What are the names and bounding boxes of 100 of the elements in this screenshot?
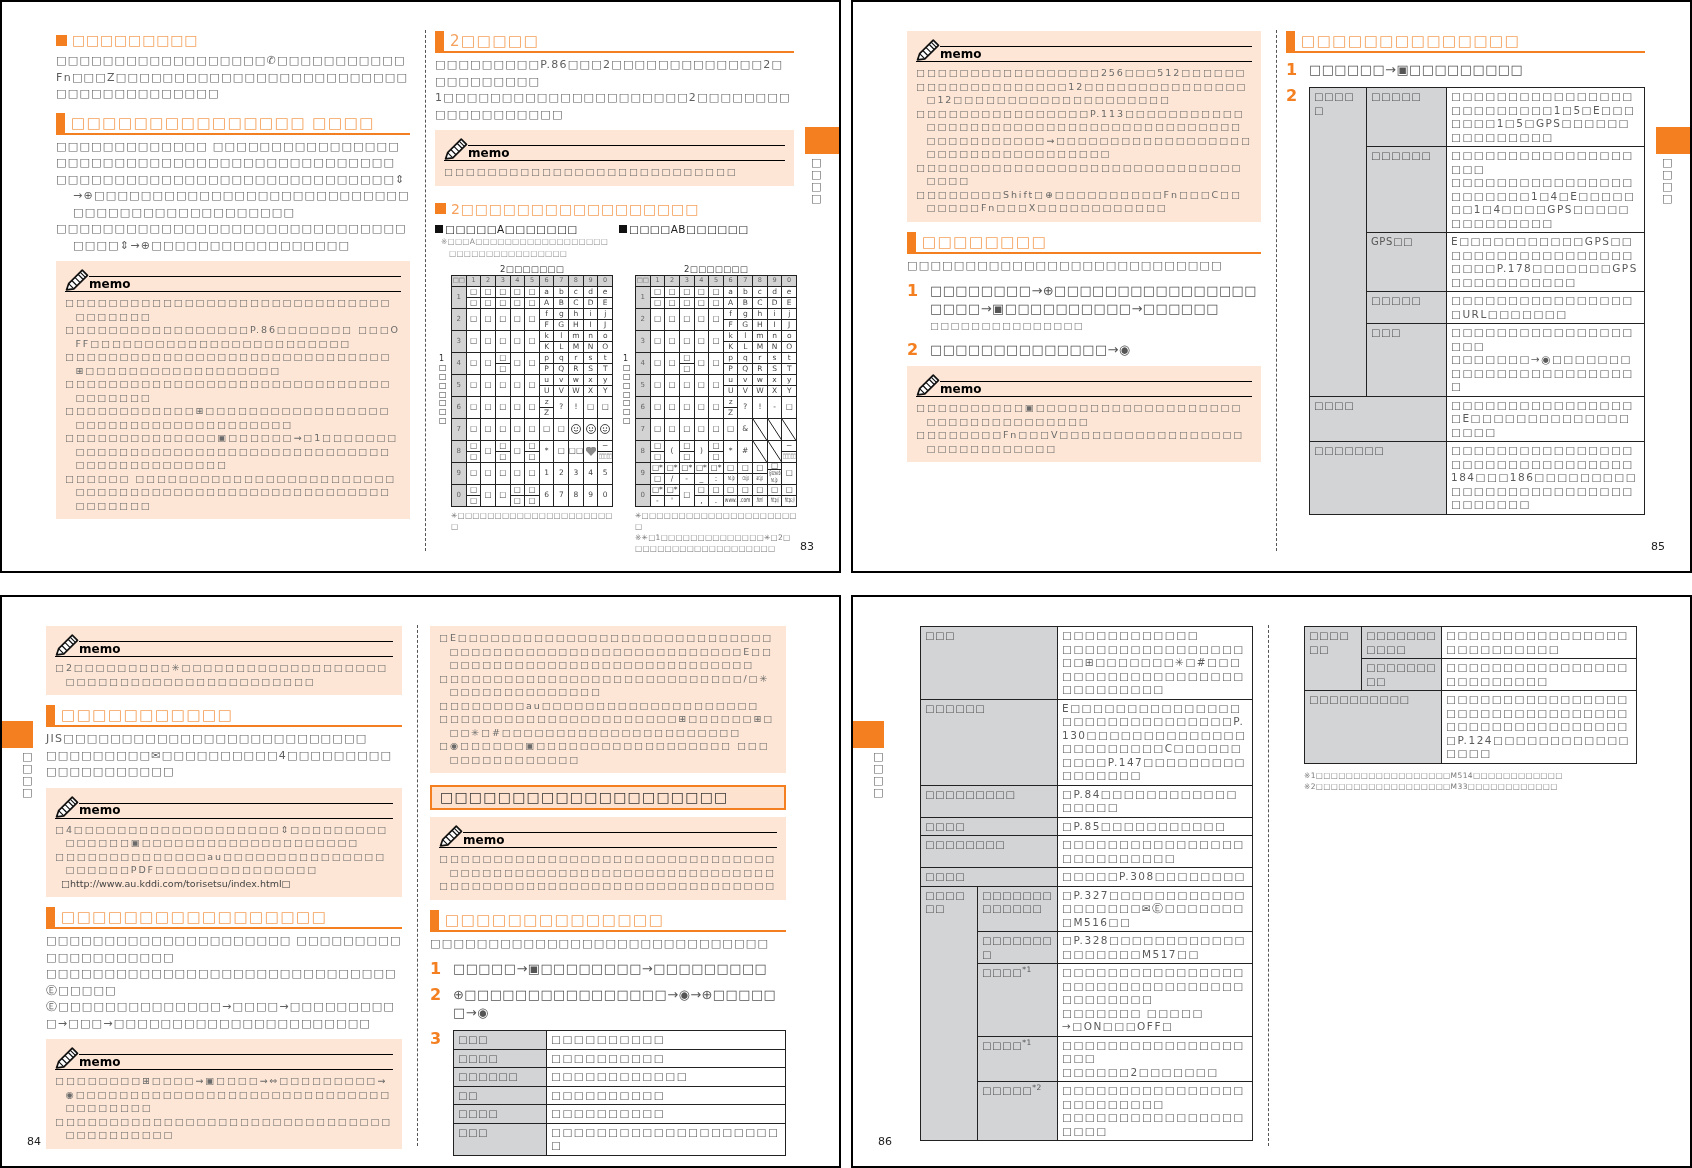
table-cell: □□□□□P.308□□□□□□□□	[1058, 868, 1252, 886]
table-cell: □□□□□□□□□□□□□□□□□URL□□□□□□□	[1447, 292, 1644, 323]
page-number: 85	[1651, 541, 1665, 553]
row-label: □□□□$^{*1}$	[978, 964, 1057, 1036]
pencil-icon	[916, 374, 940, 396]
body-text: □□□□□□□□□✉□□□□□□□□□□4□□□□□□□□□□□□□□□□□□□□	[46, 747, 394, 780]
step-text: □□□□□→▣□□□□□□□□→□□□□□□□□□	[453, 960, 769, 978]
memo-item: □□□□□□ □□□□□□□□□□□□□□□□□□□□□□□□□□□□□□□□□□□□□□□□□□□□□□□□□□□□□□□□□□□□	[65, 471, 398, 512]
pencil-icon	[65, 269, 89, 291]
body-text: □□□□□□□□□□□□□□□□□□✆□□□□□□□□□□□Fn□□□Z□□□□□□□□□□□□□□□□□□□□□□□□□□□□□□□□□□□□□□□	[56, 53, 410, 102]
section-heading: □□□□□□□□□□□□□□□□□	[46, 907, 402, 929]
topic-heading: □□□□□□□□□	[72, 31, 199, 49]
square-bullet-icon	[435, 224, 443, 233]
thumb-index-label: □□□□	[22, 751, 33, 800]
step-number: 1	[1286, 61, 1299, 79]
table-caption: 2□□□□□□□	[683, 262, 749, 275]
memo-label: memo	[463, 833, 505, 847]
boxed-heading: □□□□□□□□□□□□□□□□□□□□	[430, 785, 786, 810]
section-heading: □□□□□□□□□□□	[46, 705, 402, 727]
memo-item: □□□□□□□□□□□□□□□□□256□□□512□□□□□□	[916, 66, 1248, 80]
body-text: □□□□□□□□□□□□□□□□□□□□□ □□□□□□□□□□□□□□□□□□□□	[46, 933, 402, 966]
row-label: □□□□	[1310, 396, 1446, 441]
pencil-icon	[55, 634, 79, 656]
step-number: 1	[907, 282, 920, 302]
heart-icon	[585, 446, 596, 456]
body-text: □□□□□□□□□□□□□□□□□□□□□□□□□□□□□□Ⓔ□□□□□	[46, 966, 398, 999]
cell-text: □□□□□□□□□□□□□□□□□□□	[1062, 1038, 1246, 1066]
table-cell: □□□□□□□□□□	[547, 1105, 785, 1123]
table-cell: □□□□□□□□□□□□□□□□□□□□□□□□□□	[1442, 627, 1636, 658]
table-cell: □□□□□□□□□□□□□□□□□□□□□□□□□□□□□□□□184□□□186□□□□□□□□□□□□□□□□□□□□□□□□□□□□□□□□	[1447, 442, 1644, 514]
memo-item: □□□□□□□□□□□□□□□□□□□□□□□□□□□	[444, 165, 739, 179]
table-cell: □P.84□□□□□□□□□□□□□□□□□	[1058, 785, 1252, 817]
step-number: 3	[430, 1030, 443, 1050]
row-label: □□□□□□	[454, 1068, 546, 1086]
memo-item: □□□□□□□□□□□□⊞□□□□□□□□□□□□□□□□□□□□□□□□□□□□□□□□□□□□□	[65, 404, 392, 431]
row-label: □□□	[1367, 324, 1446, 396]
pencil-icon	[55, 1047, 79, 1069]
section-heading: □□□□□□□□□□□□□□	[430, 909, 786, 932]
memo-item: □□□□□□□□□□□□□□□□□□□□□□□□□□□□□□□□□□□□□□□□□	[55, 1114, 393, 1142]
memo-item: □□□□□□□□□□□□□□□□□□□□□□□□□□□□□□⊞□□□□□□□□□□□□□□□□□□	[65, 350, 393, 377]
table-cell: □□□□□□□□□□	[547, 1031, 785, 1049]
table-cell: □□□□□□□□□□□□□□□□□□□□□	[547, 1123, 785, 1155]
subheading: □□□□□A□□□□□□□	[445, 221, 578, 236]
thumb-index-mark	[2, 721, 33, 748]
step-number: 1	[430, 960, 443, 978]
memo-item: □◉□□□□□□▣□□□□□□□□□□□□□□□□□□ □□□□□□□□□□□□□□□	[439, 739, 771, 766]
table-cell: E□□□□□□□□□□□GPS□□□□□□□□□□□□□□□□□□□□□□P.178□□□□□□□GPS□□□□□□□□□□□	[1447, 233, 1644, 291]
row-label: □□□□□□□□	[978, 932, 1057, 963]
step-number: 2	[430, 986, 443, 1006]
step-number: 2	[907, 341, 920, 359]
memo-item: □□□□□□□□□□□□□□□□□□□□□□□□□□□□□□□	[439, 879, 777, 893]
cell-text: □□□□□□□□□□□□□□□□□□⊞□□□□□□□✳□#□□□□□□□□□□□□□□□□□□□□□□□□□□□□	[1062, 642, 1246, 697]
thumb-index-mark	[853, 721, 884, 748]
body-text: □□□□□□□□□P.86□□□2□□□□□□□□□□□□□2□□□□□□□□□□	[435, 57, 785, 90]
cell-text: □□□□□□□□□□□□□□□□□□□	[1451, 149, 1635, 176]
table-cell: □P.327□□□□□□□□□□□□□□□□□□□✉Ⓔ□□□□□□□□M516□□	[1058, 886, 1252, 931]
page-number: 83	[800, 541, 814, 553]
step-number: 2	[1286, 87, 1299, 107]
memo-item: □□□□□□□□□□□□□□□□□P.86□□□□□□□ □□□OFF□□□□□□□□□□□□□□□□□□□□□□□□	[65, 323, 401, 350]
step-text: □□□□□□□□→⊕□□□□□□□□□□□□□□□□□□□□→▣□□□□□□□□□□→□□□□□□	[930, 282, 1258, 318]
row-label: □□□□□□□□□□	[1305, 691, 1441, 763]
table-cell: □□□□□□□□□□□□□□□□□□□□□□□□□□	[1058, 836, 1252, 867]
memo-item: □E□□□□□□□□□□□□□□□□□□□□□□□□□□□□□□□□□□□□□□□□□□□□□□□□□□□□□□□□E□□□□□□□□□□□□□□□□□□□□□□□□□□□□□□	[439, 631, 775, 672]
row-label: □□□	[454, 1123, 546, 1155]
memo-label: memo	[79, 1055, 121, 1069]
table-cell: □□□□□□□□□□□□□□□□□E□□□□□□□□□□□□□□□□□□	[1447, 396, 1644, 441]
row-label: GPS□□	[1367, 233, 1446, 291]
memo-item: □□□□□□□□□□□□□□au□□□□□□□□□□□□□□□□□□□□□PDF□□□□□□□□□□□□□□□	[55, 849, 388, 877]
row-label: □□□□□	[1367, 88, 1446, 146]
table-cell: □□□□□□□□□□□□□□□□□□□□□□□□□	[1442, 659, 1636, 690]
cell-text: □□□□□□□ □□□□□	[1062, 1006, 1205, 1020]
diagonal-line-icon	[767, 440, 782, 462]
row-label: □□□□	[921, 817, 1057, 835]
row-label: □□□□□□□□□□□	[1362, 627, 1441, 658]
thumb-index-label: □□□□	[811, 157, 822, 206]
group-label: □□□□□□	[1305, 627, 1361, 690]
row-label: □□□□	[921, 868, 1057, 886]
table-cell: □□□□□□□□□□	[547, 1086, 785, 1104]
row-label: □□□□□□□□□□□□□	[978, 886, 1057, 931]
memo-item: □□□□□□□□□□□□□□□□□□□□□□□□□□□□□□□□□□□□□	[65, 377, 393, 404]
row-label: □□□□□□□□□	[1362, 659, 1441, 690]
row-label: □□□□□	[1367, 292, 1446, 323]
thumb-index-mark	[1656, 127, 1690, 154]
memo-item: □□□□□□□□□□□□□□□□P.113□□□□□□□□□□□□□□□□□□□□□□□□□□□□□□□□□□□□□□□□□□□□□□□□□□□→□□□□□□□□□□□□□□□□□□□□□□□□□□□□□□□□□□□	[916, 106, 1252, 161]
axis-label: 1□□□□□□□	[623, 355, 631, 426]
cell-text: □□□□□□□□□□□□□□□□□□□□□□□1□4□E□□□□□□□1□4□□□□GPS□□□□□□□□□□□□□□	[1451, 176, 1637, 230]
axis-label: 1□□□□□□□	[439, 355, 447, 426]
row-label: □□□□	[454, 1049, 546, 1067]
row-label: □□□	[921, 627, 1057, 699]
memo-label: memo	[940, 382, 982, 396]
memo-item: □□□□□□□□□□□□□□□□□□□□□□□□□□□□/□✳□□□□□□□□□□□□□□	[439, 671, 771, 699]
group-label: □□□□□	[1310, 88, 1366, 396]
body-text: □□□□□□□□□□□□□□□□□□□□□□□□□□□□□	[430, 935, 771, 952]
row-label: □□	[454, 1086, 546, 1104]
step-text: □□□□□□□□□□□□□□→◉	[930, 341, 1132, 359]
page-number: 84	[27, 1136, 41, 1148]
cell-text: □□□□□□□□□□□□□□□□□□□	[1451, 326, 1635, 353]
cell-text: →□ON□□□OFF□	[1062, 1020, 1175, 1034]
cell-text: □□□□□□□□□□□□□□□□□□□□□□□□□	[1062, 1084, 1246, 1111]
body-text: JIS□□□□□□□□□□□□□□□□□□□□□□□□□□	[46, 731, 369, 747]
